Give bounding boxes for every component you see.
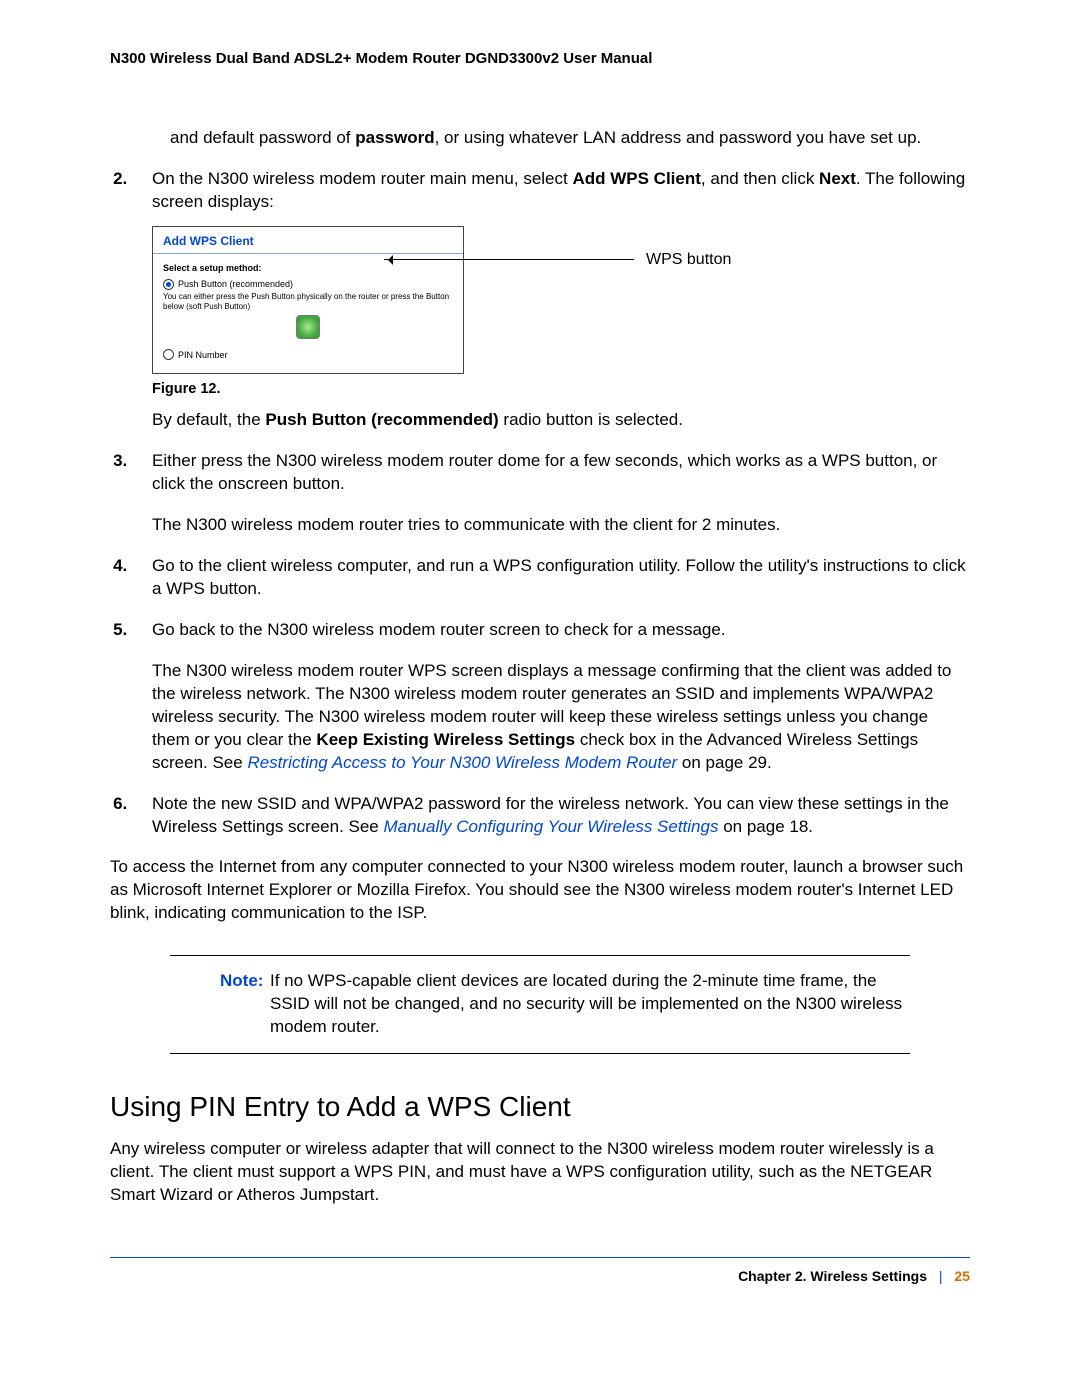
text-bold: password — [355, 128, 434, 147]
text-bold: Add WPS Client — [572, 169, 700, 188]
text: Go back to the N300 wireless modem route… — [152, 619, 970, 642]
radio-icon — [163, 279, 174, 290]
text-bold: Keep Existing Wireless Settings — [316, 730, 575, 749]
text: Either press the N300 wireless modem rou… — [152, 450, 970, 496]
text: and default password of — [170, 128, 355, 147]
note-text: If no WPS-capable client devices are loc… — [270, 971, 902, 1036]
text: on page 18. — [718, 817, 813, 836]
text: on page 29. — [677, 753, 772, 772]
closing-paragraph: To access the Internet from any computer… — [110, 856, 970, 925]
figure-12: Add WPS Client Select a setup method: Pu… — [152, 226, 970, 400]
push-button-desc: You can either press the Push Button phy… — [163, 292, 453, 311]
text: By default, the — [152, 410, 265, 429]
section-heading: Using PIN Entry to Add a WPS Client — [110, 1088, 970, 1126]
radio-pin-number: PIN Number — [163, 349, 453, 361]
step-4: Go to the client wireless computer, and … — [132, 555, 970, 601]
text-bold: Next — [819, 169, 856, 188]
text: radio button is selected. — [499, 410, 683, 429]
note-box: Note: If no WPS-capable client devices a… — [170, 955, 910, 1054]
footer-chapter: Chapter 2. Wireless Settings — [738, 1268, 927, 1284]
section-body: Any wireless computer or wireless adapte… — [110, 1138, 970, 1207]
link-restricting-access[interactable]: Restricting Access to Your N300 Wireless… — [247, 753, 677, 772]
continuation-paragraph: and default password of password, or usi… — [170, 127, 970, 150]
callout-label: WPS button — [646, 249, 731, 271]
text: Go to the client wireless computer, and … — [152, 556, 966, 598]
wps-button-icon — [296, 315, 320, 339]
text: On the N300 wireless modem router main m… — [152, 169, 572, 188]
step-2: On the N300 wireless modem router main m… — [132, 168, 970, 432]
step-5: Go back to the N300 wireless modem route… — [132, 619, 970, 775]
text-bold: Push Button (recommended) — [265, 410, 498, 429]
text: The N300 wireless modem router tries to … — [152, 514, 970, 537]
step-3: Either press the N300 wireless modem rou… — [132, 450, 970, 537]
callout-arrow — [384, 259, 634, 260]
radio-label: PIN Number — [178, 349, 228, 361]
figure-caption: Figure 12. — [152, 380, 970, 400]
text: The N300 wireless modem router WPS scree… — [152, 660, 970, 775]
radio-label: Push Button (recommended) — [178, 278, 293, 290]
after-figure-text: By default, the Push Button (recommended… — [152, 409, 970, 432]
step-6: Note the new SSID and WPA/WPA2 password … — [132, 793, 970, 839]
text: , and then click — [701, 169, 819, 188]
text: , or using whatever LAN address and pass… — [435, 128, 922, 147]
page-footer: Chapter 2. Wireless Settings | 25 — [110, 1257, 970, 1284]
footer-page-number: 25 — [954, 1268, 970, 1284]
document-header: N300 Wireless Dual Band ADSL2+ Modem Rou… — [110, 50, 970, 67]
link-manually-configuring[interactable]: Manually Configuring Your Wireless Setti… — [383, 817, 718, 836]
note-label: Note: — [220, 970, 263, 993]
radio-push-button: Push Button (recommended) — [163, 278, 453, 290]
radio-icon — [163, 349, 174, 360]
footer-separator: | — [939, 1268, 943, 1284]
